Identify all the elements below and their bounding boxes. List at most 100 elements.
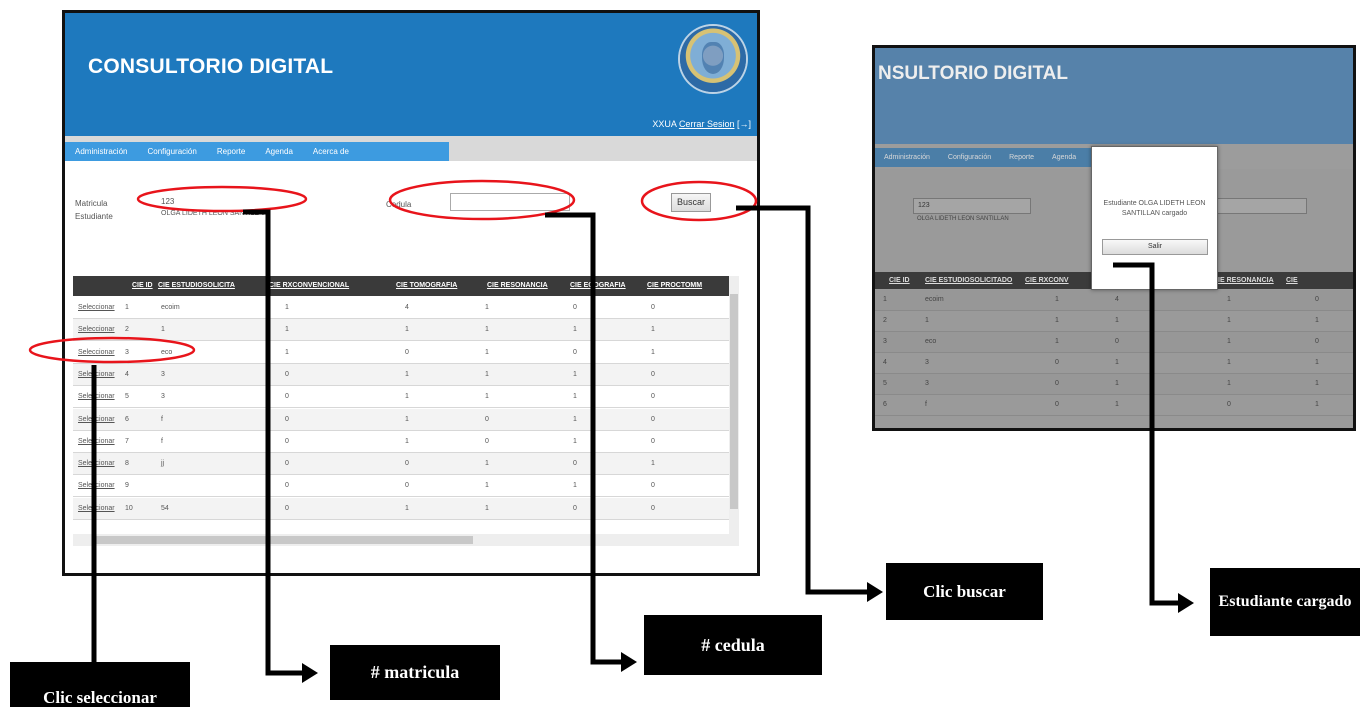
logout-icon[interactable]: [→] — [737, 119, 751, 129]
callout-cedula: # cedula — [644, 615, 822, 675]
cedula-input[interactable] — [450, 193, 570, 211]
cell-rx: 0 — [285, 504, 289, 512]
cell-rx: 0 — [285, 370, 289, 378]
cell-eco: 0 — [1315, 338, 1319, 345]
matricula-value[interactable]: 123 — [161, 197, 174, 206]
seleccionar-link[interactable]: Seleccionar — [78, 304, 115, 311]
cell-tomo: 1 — [1115, 317, 1119, 324]
callout-clic-seleccionar-text: Clic seleccionar — [43, 688, 157, 707]
menu-item-reporte[interactable]: Reporte — [1000, 148, 1043, 167]
cell-rx: 1 — [285, 304, 289, 311]
menu-item-configuracion[interactable]: Configuración — [137, 142, 206, 161]
seleccionar-link[interactable]: Seleccionar — [78, 416, 115, 423]
col-cie[interactable]: CIE — [1286, 277, 1298, 284]
col-cie-rxconv[interactable]: CIE RXCONV — [1025, 277, 1069, 284]
horizontal-scrollbar[interactable] — [73, 534, 739, 546]
cell-ecografia: 1 — [573, 370, 577, 378]
app-title-cropped: NSULTORIO DIGITAL — [878, 63, 1068, 84]
col-cie-proctomm[interactable]: CIE PROCTOMM — [647, 282, 702, 289]
cell-tomografia: 0 — [405, 348, 409, 356]
table-header: CIE ID CIE ESTUDIOSOLICITA CIE RXCONVENC… — [73, 276, 737, 296]
col-cie-resonancia[interactable]: CIE RESONANCIA — [487, 282, 548, 289]
table-row: Seleccionar jj 0 0 1 0 1 8 — [73, 453, 737, 476]
seleccionar-link[interactable]: Seleccionar — [78, 505, 115, 512]
cedula-label: Cedula — [386, 200, 412, 209]
cell-rx: 1 — [285, 348, 289, 356]
cell-id: 8 — [125, 460, 129, 468]
main-app-screenshot: CONSULTORIO DIGITAL XXUA Cerrar Sesion [… — [62, 10, 760, 576]
menu-item-administracion[interactable]: Administración — [875, 148, 939, 167]
col-cie-ecografia[interactable]: CIE ECOGRAFIA — [570, 282, 626, 289]
matricula-input-dimmed[interactable]: 123 — [913, 198, 1031, 214]
table-row: Seleccionar 0 0 1 1 0 9 — [73, 475, 737, 498]
university-logo-icon — [680, 26, 746, 92]
menu-item-acerca-de[interactable]: Acerca de — [303, 142, 359, 161]
user-name: XXUA — [652, 119, 677, 129]
cell-id: 4 — [883, 359, 887, 366]
cell-id: 6 — [883, 401, 887, 408]
cell-reso: 1 — [1227, 317, 1231, 324]
cell-tomografia: 1 — [405, 326, 409, 334]
loaded-student-screenshot: NSULTORIO DIGITAL Administración Configu… — [872, 45, 1356, 431]
cell-reso: 1 — [1227, 296, 1231, 303]
app-title: CONSULTORIO DIGITAL — [88, 55, 334, 78]
cell-proctomm: 0 — [651, 370, 655, 378]
student-loaded-dialog: Estudiante OLGA LIDETH LEON SANTILLAN ca… — [1091, 146, 1218, 290]
cell-estudio: ecoim — [925, 296, 944, 303]
cedula-input-dimmed[interactable] — [1215, 198, 1307, 214]
col-cie-rxconvencional[interactable]: CIE RXCONVENCIONAL — [269, 282, 349, 289]
seleccionar-link[interactable]: Seleccionar — [78, 438, 115, 445]
col-cie-id[interactable]: CIE ID — [889, 277, 910, 284]
cell-proctomm: 1 — [651, 326, 655, 334]
cell-tomografia: 1 — [405, 504, 409, 512]
cell-rx: 0 — [1055, 401, 1059, 408]
cell-rx: 1 — [1055, 338, 1059, 345]
logout-link[interactable]: Cerrar Sesion — [679, 119, 735, 129]
menu-item-agenda[interactable]: Agenda — [1043, 148, 1085, 167]
results-table: CIE ID CIE ESTUDIOSOLICITA CIE RXCONVENC… — [73, 276, 737, 534]
cell-estudio: 3 — [161, 370, 165, 378]
col-cie-resonancia[interactable]: CIE RESONANCIA — [1213, 277, 1274, 284]
seleccionar-link[interactable]: Seleccionar — [78, 349, 115, 356]
cell-ecografia: 0 — [573, 504, 577, 512]
menu-item-agenda[interactable]: Agenda — [255, 142, 303, 161]
menu-item-configuracion[interactable]: Configuración — [939, 148, 1000, 167]
table-row: 1 ecoim 1 4 1 0 — [875, 290, 1353, 311]
estudiante-label: Estudiante — [75, 212, 113, 221]
col-cie-estudiosolicitado[interactable]: CIE ESTUDIOSOLICITADO — [925, 277, 1012, 284]
cell-estudio: 3 — [925, 359, 929, 366]
callout-matricula: # matricula — [330, 645, 500, 700]
cell-rx: 1 — [1055, 296, 1059, 303]
table-row: Seleccionar 54 0 1 1 0 0 10 — [73, 497, 737, 520]
table-row: Seleccionar ecoim 1 4 1 0 0 1 — [73, 297, 737, 319]
cell-ecografia: 1 — [573, 482, 577, 490]
cell-rx: 0 — [1055, 380, 1059, 387]
cell-proctomm: 1 — [651, 460, 655, 468]
cell-eco: 1 — [1315, 401, 1319, 408]
cell-resonancia: 1 — [485, 460, 489, 468]
app-header-dimmed: NSULTORIO DIGITAL — [875, 48, 1353, 144]
col-cie-estudiosolicita[interactable]: CIE ESTUDIOSOLICITA — [158, 282, 235, 289]
seleccionar-link[interactable]: Seleccionar — [78, 393, 115, 400]
cell-rx: 0 — [285, 393, 289, 401]
table-row: 5 3 0 1 1 1 — [875, 374, 1353, 395]
seleccionar-link[interactable]: Seleccionar — [78, 482, 115, 489]
cell-id: 3 — [883, 338, 887, 345]
vertical-scrollbar[interactable] — [729, 276, 739, 534]
menu-item-reporte[interactable]: Reporte — [207, 142, 255, 161]
menu-item-administracion[interactable]: Administración — [65, 142, 137, 161]
buscar-button[interactable]: Buscar — [671, 193, 711, 212]
cell-resonancia: 0 — [485, 415, 489, 423]
salir-button[interactable]: Salir — [1102, 239, 1208, 255]
seleccionar-link[interactable]: Seleccionar — [78, 371, 115, 378]
table-row: Seleccionar eco 1 0 1 0 1 3 — [73, 342, 737, 364]
cell-proctomm: 0 — [651, 437, 655, 445]
cell-estudio: 1 — [161, 326, 165, 334]
col-cie-tomografia[interactable]: CIE TOMOGRAFIA — [396, 282, 457, 289]
table-row: 6 f 0 1 0 1 — [875, 395, 1353, 416]
col-cie-id[interactable]: CIE ID — [132, 282, 153, 289]
cell-id: 5 — [883, 380, 887, 387]
table-row: Seleccionar f 0 1 0 1 0 7 — [73, 431, 737, 453]
seleccionar-link[interactable]: Seleccionar — [78, 326, 115, 333]
seleccionar-link[interactable]: Seleccionar — [78, 460, 115, 467]
